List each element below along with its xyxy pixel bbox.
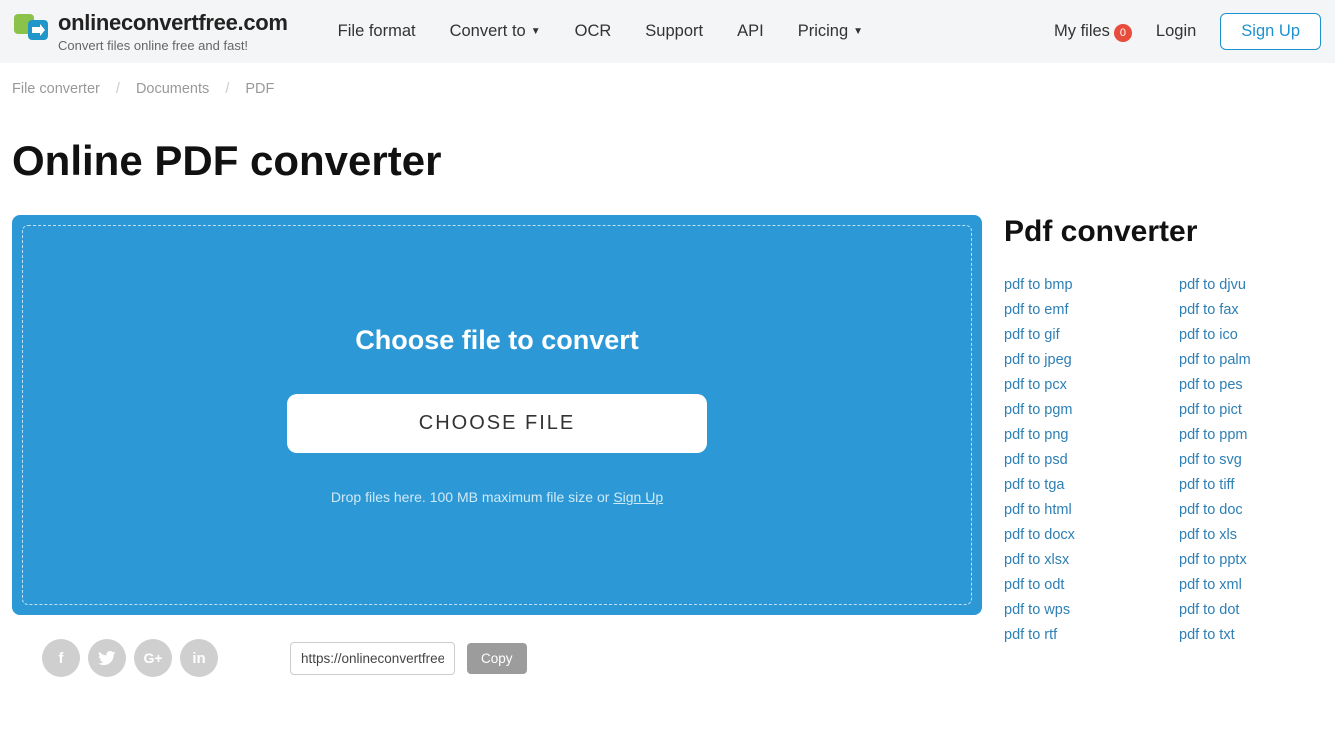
breadcrumb-documents[interactable]: Documents (136, 81, 209, 97)
format-link[interactable]: pdf to bmp (1004, 277, 1169, 293)
logo-icon (14, 10, 48, 44)
format-link[interactable]: pdf to jpeg (1004, 352, 1169, 368)
twitter-icon[interactable] (88, 639, 126, 677)
left-col: Choose file to convert CHOOSE FILE Drop … (12, 215, 982, 677)
format-link[interactable]: pdf to xls (1179, 527, 1335, 543)
format-link[interactable]: pdf to wps (1004, 602, 1169, 618)
share-row: f G+ in Copy (12, 615, 982, 677)
format-col-2: pdf to djvu pdf to fax pdf to ico pdf to pa… (1179, 277, 1335, 643)
copy-button[interactable]: Copy (467, 643, 527, 674)
format-link[interactable]: pdf to tiff (1179, 477, 1335, 493)
breadcrumb-separator: / (225, 81, 229, 97)
brand-name[interactable]: onlineconvertfree.com (58, 10, 288, 36)
format-link[interactable]: pdf to docx (1004, 527, 1169, 543)
format-link[interactable]: pdf to palm (1179, 352, 1335, 368)
breadcrumb-pdf[interactable]: PDF (245, 81, 274, 97)
format-link[interactable]: pdf to ppm (1179, 427, 1335, 443)
nav-pricing[interactable]: Pricing ▼ (798, 22, 863, 41)
sidebar: Pdf converter pdf to bmppdf to emfpdf to… (1004, 215, 1335, 643)
breadcrumb-separator: / (116, 81, 120, 97)
format-link[interactable]: pdf to dot (1179, 602, 1335, 618)
right-nav: My files0 Login Sign Up (1054, 13, 1321, 50)
chevron-down-icon: ▼ (531, 26, 541, 37)
hint-signup-link[interactable]: Sign Up (613, 489, 663, 505)
logo-wrap: onlineconvertfree.com Convert files onli… (14, 10, 288, 53)
nav-ocr-label: OCR (575, 22, 612, 41)
nav-my-files-label: My files (1054, 22, 1110, 40)
format-link[interactable]: pdf to doc (1179, 502, 1335, 518)
format-link[interactable]: pdf to djvu (1179, 277, 1335, 293)
nav-support[interactable]: Support (645, 22, 703, 41)
main-row: Choose file to convert CHOOSE FILE Drop … (0, 205, 1335, 687)
nav-api[interactable]: API (737, 22, 764, 41)
format-link[interactable]: pdf to svg (1179, 452, 1335, 468)
nav-api-label: API (737, 22, 764, 41)
format-link[interactable]: pdf to html (1004, 502, 1169, 518)
format-link[interactable]: pdf to emf (1004, 302, 1169, 318)
format-link[interactable]: pdf to odt (1004, 577, 1169, 593)
nav-convert-to-label: Convert to (450, 22, 526, 41)
google-plus-icon[interactable]: G+ (134, 639, 172, 677)
dropzone-inner: Choose file to convert CHOOSE FILE Drop … (22, 225, 972, 605)
my-files-badge: 0 (1114, 24, 1132, 42)
page-title: Online PDF converter (0, 97, 1335, 205)
dropzone-hint: Drop files here. 100 MB maximum file siz… (331, 489, 663, 505)
format-link[interactable]: pdf to pes (1179, 377, 1335, 393)
signup-button[interactable]: Sign Up (1220, 13, 1321, 50)
format-link[interactable]: pdf to fax (1179, 302, 1335, 318)
format-link[interactable]: pdf to png (1004, 427, 1169, 443)
breadcrumb-file-converter[interactable]: File converter (12, 81, 100, 97)
hint-text: Drop files here. 100 MB maximum file siz… (331, 489, 613, 505)
facebook-icon[interactable]: f (42, 639, 80, 677)
nav-my-files[interactable]: My files0 (1054, 22, 1132, 42)
format-link[interactable]: pdf to tga (1004, 477, 1169, 493)
format-link[interactable]: pdf to pptx (1179, 552, 1335, 568)
tagline: Convert files online free and fast! (58, 38, 288, 53)
dropzone[interactable]: Choose file to convert CHOOSE FILE Drop … (12, 215, 982, 615)
dropzone-title: Choose file to convert (355, 325, 639, 356)
format-col-1: pdf to bmp pdf to emf pdf to gif pdf to jpe… (1004, 277, 1169, 643)
nav-support-label: Support (645, 22, 703, 41)
chevron-down-icon: ▼ (853, 26, 863, 37)
sidebar-title: Pdf converter (1004, 215, 1335, 249)
format-link[interactable]: pdf to pcx (1004, 377, 1169, 393)
header: onlineconvertfree.com Convert files onli… (0, 0, 1335, 63)
format-link[interactable]: pdf to gif (1004, 327, 1169, 343)
format-link[interactable]: pdf to pgm (1004, 402, 1169, 418)
social-buttons: f G+ in (42, 639, 218, 677)
nav-login[interactable]: Login (1156, 22, 1196, 41)
format-link[interactable]: pdf to xml (1179, 577, 1335, 593)
main-nav: File format Convert to▼ OCR Support API … (338, 22, 863, 41)
format-columns: pdf to bmp pdf to emf pdf to gif pdf to jpe… (1004, 277, 1335, 643)
linkedin-icon[interactable]: in (180, 639, 218, 677)
share-url-input[interactable] (290, 642, 455, 675)
format-link[interactable]: pdf to psd (1004, 452, 1169, 468)
nav-convert-to[interactable]: Convert to ▼ (450, 22, 541, 41)
nav-ocr[interactable]: OCR (575, 22, 612, 41)
format-link[interactable]: pdf to pict (1179, 402, 1335, 418)
format-link[interactable]: pdf to xlsx (1004, 552, 1169, 568)
format-link[interactable]: pdf to rtf (1004, 627, 1169, 643)
nav-file-format-label: File format (338, 22, 416, 41)
breadcrumb: File converter / Documents / PDF (0, 63, 1335, 97)
nav-file-format[interactable]: File format (338, 22, 416, 41)
choose-file-button[interactable]: CHOOSE FILE (287, 394, 707, 453)
format-link[interactable]: pdf to ico (1179, 327, 1335, 343)
format-link[interactable]: pdf to txt (1179, 627, 1335, 643)
nav-pricing-label: Pricing (798, 22, 848, 41)
